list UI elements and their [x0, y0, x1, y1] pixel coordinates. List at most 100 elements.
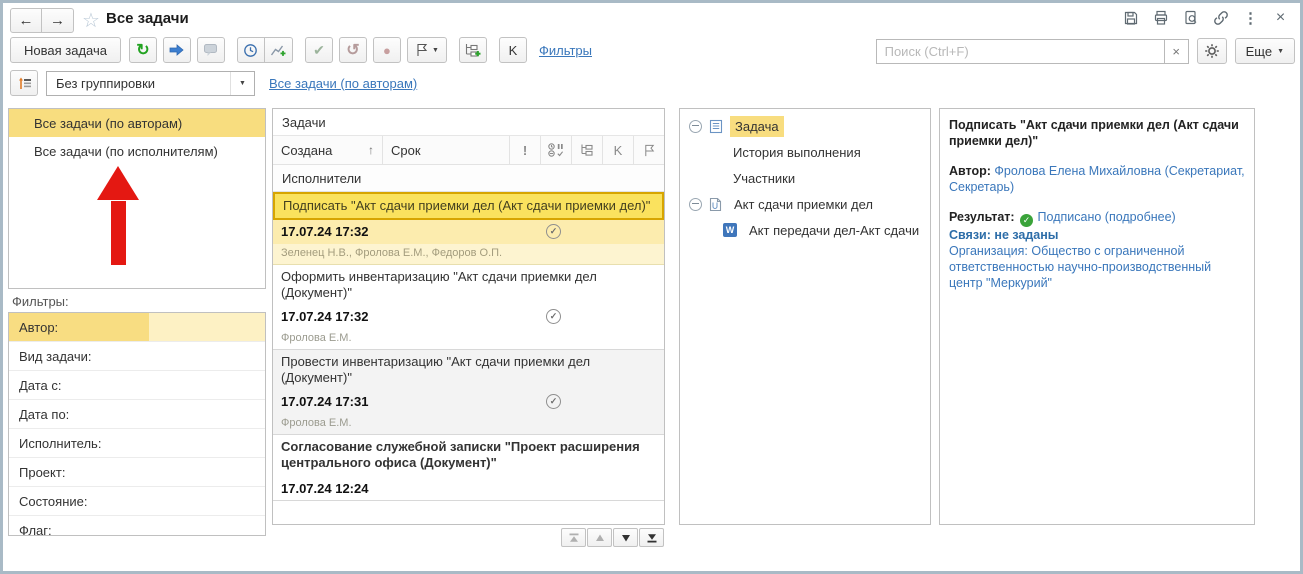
- tasks-panel-title: Задачи: [273, 109, 664, 136]
- sort-asc-icon: ↑: [368, 143, 374, 157]
- go-previous-button[interactable]: [587, 528, 612, 547]
- chart-plus-icon: [270, 43, 286, 58]
- view-item-by-executors[interactable]: Все задачи (по исполнителям): [9, 137, 265, 165]
- task-row[interactable]: Подписать "Акт сдачи приемки дел (Акт сд…: [273, 192, 664, 265]
- filter-row-executor[interactable]: Исполнитель:: [9, 429, 265, 458]
- exclamation-icon: !: [522, 142, 528, 158]
- filter-value: [149, 458, 265, 486]
- more-button-label: Еще: [1245, 43, 1273, 59]
- refresh-icon: ↻: [136, 42, 150, 59]
- gear-icon: [1204, 43, 1220, 59]
- grouping-select-value: Без группировки: [56, 75, 156, 91]
- filter-row-state[interactable]: Состояние:: [9, 487, 265, 516]
- view-item-by-authors[interactable]: Все задачи (по авторам): [9, 109, 265, 137]
- task-row[interactable]: Согласование служебной записки "Проект р…: [273, 435, 664, 501]
- tree-node-document[interactable]: Акт сдачи приемки дел: [680, 191, 930, 217]
- favorite-star-icon[interactable]: ☆: [82, 8, 100, 33]
- task-created-cell: 17.07.24 17:32 ✓: [273, 305, 664, 329]
- column-kanban[interactable]: K: [603, 136, 634, 164]
- column-subtasks[interactable]: [572, 136, 603, 164]
- print-icon[interactable]: [1152, 9, 1169, 26]
- column-created[interactable]: Создана ↑: [273, 136, 383, 164]
- link-icon[interactable]: [1212, 9, 1229, 26]
- preview-search-icon[interactable]: [1182, 9, 1199, 26]
- task-title: Оформить инвентаризацию "Акт сдачи прием…: [281, 269, 597, 300]
- task-created-value: 17.07.24 12:24: [281, 481, 369, 496]
- author-link[interactable]: Фролова Елена Михайловна (Секретариат, С…: [949, 164, 1245, 194]
- collapse-icon[interactable]: [689, 119, 702, 133]
- filter-value: [149, 516, 265, 535]
- filter-row-task-type[interactable]: Вид задачи:: [9, 342, 265, 371]
- filter-row-date-to[interactable]: Дата по:: [9, 400, 265, 429]
- forward-task-button[interactable]: [162, 37, 191, 63]
- subtask-tree-button[interactable]: [458, 37, 487, 63]
- tree-node-label: Задача: [730, 115, 784, 137]
- forward-arrow-icon[interactable]: →: [42, 8, 74, 33]
- status-grid-icon: [548, 143, 564, 157]
- filter-value: [149, 400, 265, 428]
- clock-icon: [243, 43, 258, 58]
- result-more-link[interactable]: (подробнее): [1105, 210, 1176, 224]
- save-icon[interactable]: [1122, 9, 1139, 26]
- filter-label: Проект:: [19, 464, 66, 480]
- kanban-button[interactable]: K: [498, 37, 527, 63]
- filter-label: Вид задачи:: [19, 348, 92, 364]
- grouping-row: Без группировки ▼ Все задачи (по авторам…: [10, 70, 417, 96]
- tree-node-task[interactable]: Задача: [680, 113, 930, 139]
- links-label: Связи:: [949, 227, 991, 242]
- flag-menu-button[interactable]: ▼: [406, 37, 447, 63]
- restart-button[interactable]: ↺: [338, 37, 367, 63]
- filters-link[interactable]: Фильтры: [539, 43, 592, 58]
- filter-value: [149, 342, 265, 370]
- settings-gear-button[interactable]: [1196, 38, 1227, 64]
- current-view-link[interactable]: Все задачи (по авторам): [269, 76, 417, 91]
- annotation-arrow-shaft: [110, 201, 126, 265]
- task-created-cell: 17.07.24 12:24: [273, 477, 664, 501]
- deadline-clock-button[interactable]: [236, 37, 265, 63]
- tree-node-history[interactable]: История выполнения: [680, 139, 930, 165]
- column-flag[interactable]: [634, 136, 664, 164]
- menu-dots-icon[interactable]: ⋮: [1242, 9, 1259, 27]
- cancel-task-button[interactable]: ●: [372, 37, 401, 63]
- column-due[interactable]: Срок: [383, 136, 510, 164]
- result-label: Результат:: [949, 210, 1015, 224]
- go-next-button[interactable]: [613, 528, 638, 547]
- execute-button[interactable]: ✔: [304, 37, 333, 63]
- comment-button[interactable]: [196, 37, 225, 63]
- chart-add-button[interactable]: [264, 37, 293, 63]
- back-arrow-icon[interactable]: ←: [10, 8, 42, 33]
- go-first-button[interactable]: [561, 528, 586, 547]
- task-row[interactable]: Провести инвентаризацию "Акт сдачи прием…: [273, 350, 664, 435]
- refresh-button[interactable]: ↻: [128, 37, 157, 63]
- filter-label: Исполнитель:: [19, 435, 102, 451]
- filter-label: Состояние:: [19, 493, 88, 509]
- task-row[interactable]: Оформить инвентаризацию "Акт сдачи прием…: [273, 265, 664, 350]
- tasks-column-headers: Создана ↑ Срок ! K: [273, 136, 664, 165]
- column-importance[interactable]: !: [510, 136, 541, 164]
- search-clear-button[interactable]: ×: [1163, 38, 1189, 64]
- filter-row-date-from[interactable]: Дата с:: [9, 371, 265, 400]
- column-status[interactable]: [541, 136, 572, 164]
- history-nav: ← →: [10, 8, 74, 33]
- tree-node-label: История выполнения: [733, 144, 861, 160]
- more-button[interactable]: Еще ▼: [1234, 38, 1295, 64]
- grouping-select[interactable]: Без группировки ▼: [46, 70, 255, 96]
- tree-node-label: Акт сдачи приемки дел: [734, 196, 873, 212]
- new-task-button[interactable]: Новая задача: [10, 37, 121, 63]
- filter-label: Дата с:: [19, 377, 62, 393]
- filter-row-flag[interactable]: Флаг:: [9, 516, 265, 536]
- tree-node-file[interactable]: W Акт передачи дел-Акт сдачи: [680, 217, 930, 243]
- links-value[interactable]: не заданы: [994, 228, 1058, 242]
- close-icon[interactable]: ×: [1272, 9, 1289, 26]
- filter-row-project[interactable]: Проект:: [9, 458, 265, 487]
- collapse-icon[interactable]: [689, 197, 702, 211]
- filters-section-label: Фильтры:: [12, 294, 69, 309]
- search-input[interactable]: [875, 38, 1164, 64]
- details-title: Подписать "Акт сдачи приемки дел (Акт сд…: [949, 118, 1239, 148]
- filter-row-author[interactable]: Автор:: [9, 313, 265, 342]
- task-toolbar: Новая задача ↻ ✔ ↺ ● ▼ K Фильтры: [10, 37, 592, 63]
- tree-node-participants[interactable]: Участники: [680, 165, 930, 191]
- task-created-cell: 17.07.24 17:31 ✓: [273, 390, 664, 414]
- go-last-button[interactable]: [639, 528, 664, 547]
- sort-button[interactable]: [10, 70, 38, 96]
